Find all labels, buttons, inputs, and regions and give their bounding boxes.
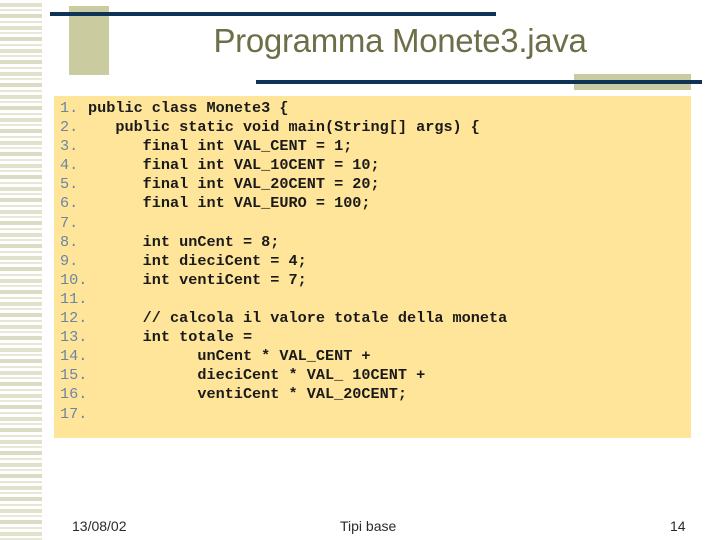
- code-line: 10. int ventiCent = 7;: [60, 271, 507, 290]
- code-line: 5. final int VAL_20CENT = 20;: [60, 175, 507, 194]
- code-text: int unCent = 8;: [88, 232, 280, 251]
- code-line: 6. final int VAL_EURO = 100;: [60, 194, 507, 213]
- code-line: 11.: [60, 290, 507, 309]
- code-line: 3. final int VAL_CENT = 1;: [60, 137, 507, 156]
- line-number: 16.: [60, 385, 88, 404]
- footer-date: 13/08/02: [72, 518, 127, 534]
- line-number: 9.: [60, 251, 79, 270]
- code-line: 7.: [60, 214, 507, 233]
- line-number: 8.: [60, 232, 79, 251]
- title-rule-top: [50, 12, 496, 16]
- code-line: 15. dieciCent * VAL_ 10CENT +: [60, 366, 507, 385]
- code-line: 14. unCent * VAL_CENT +: [60, 347, 507, 366]
- code-text: unCent * VAL_CENT +: [88, 347, 371, 366]
- code-line: 9. int dieciCent = 4;: [60, 252, 507, 271]
- code-line: 1. public class Monete3 {: [60, 99, 507, 118]
- code-text: public class Monete3 {: [88, 99, 289, 117]
- title-rule-bottom: [256, 80, 702, 84]
- decorative-block-top: [69, 6, 109, 75]
- code-text: int ventiCent = 7;: [88, 270, 307, 289]
- code-line: 2. public static void main(String[] args…: [60, 118, 507, 137]
- footer-title: Tipi base: [340, 518, 397, 534]
- page-number: 14: [670, 518, 686, 534]
- line-number: 10.: [60, 270, 88, 289]
- line-number: 7.: [60, 213, 79, 232]
- line-number: 11.: [60, 289, 88, 308]
- slide-title: Programma Monete3.java: [213, 22, 587, 59]
- code-text: ventiCent * VAL_20CENT;: [88, 385, 407, 404]
- code-line: 12. // calcola il valore totale della mo…: [60, 309, 507, 328]
- line-number: 6.: [60, 194, 79, 213]
- line-number: 4.: [60, 156, 79, 175]
- code-text: int dieciCent = 4;: [88, 251, 307, 270]
- code-line: 17.: [60, 405, 507, 424]
- code-text: final int VAL_10CENT = 10;: [88, 156, 380, 175]
- line-number: 5.: [60, 175, 79, 194]
- line-number: 2.: [60, 118, 79, 137]
- line-number: 12.: [60, 309, 88, 328]
- line-number: 17.: [60, 404, 88, 423]
- code-line: 8. int unCent = 8;: [60, 233, 507, 252]
- decorative-stripes: [0, 0, 42, 540]
- code-text: // calcola il valore totale della moneta: [88, 309, 508, 328]
- code-text: final int VAL_20CENT = 20;: [88, 175, 380, 194]
- line-number: 3.: [60, 137, 79, 156]
- line-number: 15.: [60, 366, 88, 385]
- code-text: public static void main(String[] args) {: [88, 118, 480, 137]
- line-number: 13.: [60, 328, 88, 347]
- code-line: 13. int totale =: [60, 328, 507, 347]
- code-line: 16. ventiCent * VAL_20CENT;: [60, 385, 507, 404]
- code-text: final int VAL_EURO = 100;: [88, 194, 371, 213]
- code-line: 4. final int VAL_10CENT = 10;: [60, 156, 507, 175]
- code-text: dieciCent * VAL_ 10CENT +: [88, 366, 426, 385]
- line-number: 14.: [60, 347, 88, 366]
- code-text: final int VAL_CENT = 1;: [88, 137, 353, 156]
- line-number: 1.: [60, 99, 79, 117]
- code-text: int totale =: [88, 328, 253, 347]
- code-listing: 1. public class Monete3 {2. public static…: [60, 99, 507, 424]
